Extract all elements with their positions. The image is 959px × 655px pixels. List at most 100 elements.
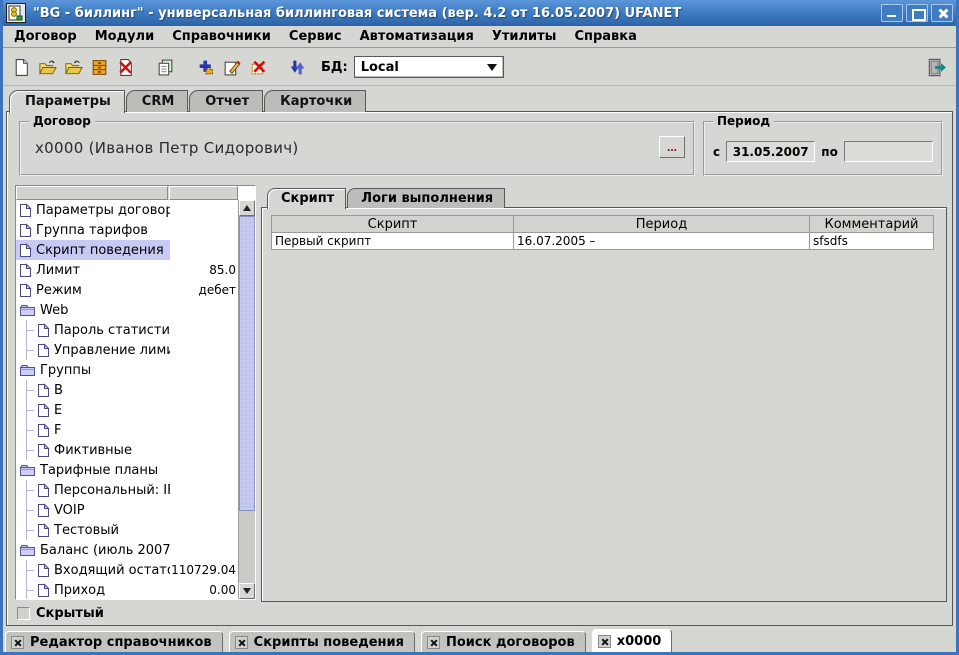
contract-value: x0000 (Иванов Петр Сидорович) — [35, 139, 299, 157]
tree-item[interactable]: Персональный: IF — [16, 480, 238, 500]
folder-icon — [19, 544, 36, 557]
period-groupbox: Период с 31.05.2007 по — [703, 121, 943, 176]
tab-карточки[interactable]: Карточки — [264, 90, 366, 112]
tab-отчет[interactable]: Отчет — [189, 90, 263, 112]
tree-item[interactable]: VOIP — [16, 500, 238, 520]
copy-document-icon[interactable] — [153, 55, 177, 79]
close-icon[interactable] — [598, 635, 611, 648]
menu-item-6[interactable]: Утилиты — [483, 27, 566, 46]
tree-item[interactable]: Фиктивные — [16, 440, 238, 460]
db-dropdown[interactable]: Local — [354, 56, 504, 78]
task-tab-поиск-договоров[interactable]: Поиск договоров — [421, 631, 586, 652]
tab-crm[interactable]: CRM — [126, 90, 189, 112]
menu-item-4[interactable]: Сервис — [280, 27, 351, 46]
tree-header-name — [16, 186, 168, 200]
close-button[interactable] — [931, 4, 953, 22]
folder-icon — [19, 364, 36, 377]
minimize-button[interactable] — [881, 4, 903, 22]
task-tab-x0000[interactable]: x0000 — [592, 629, 673, 652]
tree-item[interactable]: E — [16, 400, 238, 420]
close-icon[interactable] — [11, 636, 24, 649]
menu-item-3[interactable]: Справочники — [163, 27, 280, 46]
table-row[interactable]: Первый скрипт16.07.2005 –sfsdfs — [272, 233, 934, 250]
scrollbar-thumb[interactable] — [239, 216, 255, 511]
tree-item-label: Фиктивные — [54, 443, 132, 458]
table-cell: Первый скрипт — [272, 233, 514, 250]
document-icon — [37, 423, 50, 438]
close-icon[interactable] — [427, 636, 440, 649]
delete-item-icon[interactable] — [245, 55, 269, 79]
scroll-up-icon[interactable] — [239, 200, 255, 216]
tree-connector-icon — [20, 500, 34, 520]
chevron-down-icon — [487, 64, 497, 71]
delete-document-icon[interactable] — [113, 55, 137, 79]
contract-browse-button[interactable]: ... — [659, 136, 685, 158]
column-header: Период — [514, 216, 810, 233]
tree-item[interactable]: Тестовый — [16, 520, 238, 540]
tree-item-label: B — [54, 383, 63, 398]
window-title: "BG - биллинг" - универсальная биллингов… — [33, 6, 681, 21]
tree-connector-icon — [20, 320, 34, 340]
menu-item-1[interactable]: Договор — [5, 27, 86, 46]
period-to-field[interactable] — [844, 141, 933, 162]
tree-item[interactable]: Баланс (июль 2007) — [16, 540, 238, 560]
document-icon — [19, 263, 32, 278]
document-icon — [37, 563, 50, 578]
tree-item[interactable]: B — [16, 380, 238, 400]
tree-header-value — [169, 186, 238, 200]
exit-icon[interactable] — [924, 54, 950, 80]
script-tab-bar: СкриптЛоги выполнения — [267, 186, 506, 208]
tree-item[interactable]: F — [16, 420, 238, 440]
add-item-icon[interactable] — [193, 55, 217, 79]
open-contract-alt-icon[interactable] — [61, 55, 85, 79]
hidden-checkbox[interactable] — [17, 607, 30, 620]
tree-item[interactable]: Параметры договор: — [16, 200, 238, 220]
tab-скрипт[interactable]: Скрипт — [267, 188, 346, 209]
menu-item-7[interactable]: Справка — [565, 27, 645, 46]
title-bar: "BG - биллинг" - универсальная биллингов… — [0, 0, 959, 26]
period-from-label: с — [713, 145, 720, 159]
tree-item-label: Входящий остато — [54, 563, 170, 578]
period-from-field[interactable]: 31.05.2007 — [726, 141, 815, 162]
task-tab-скрипты-поведения[interactable]: Скрипты поведения — [229, 631, 415, 652]
open-contract-icon[interactable] — [35, 55, 59, 79]
refresh-icon[interactable] — [285, 55, 309, 79]
archive-icon[interactable] — [87, 55, 111, 79]
column-header: Скрипт — [272, 216, 514, 233]
tree-item[interactable]: Группа тарифов — [16, 220, 238, 240]
document-icon — [37, 323, 50, 338]
document-icon — [37, 343, 50, 358]
maximize-button[interactable] — [906, 4, 928, 22]
tree-item-value: 110729.04 — [170, 563, 238, 577]
menu-item-5[interactable]: Автоматизация — [351, 27, 483, 46]
tree-item[interactable]: Web — [16, 300, 238, 320]
tree-item[interactable]: Входящий остато110729.04 — [16, 560, 238, 580]
tree-item[interactable]: Пароль статистик — [16, 320, 238, 340]
tree-item[interactable]: Группы — [16, 360, 238, 380]
app-logo-icon — [6, 3, 26, 23]
tree-item[interactable]: Тарифные планы — [16, 460, 238, 480]
tree-column-headers — [16, 186, 238, 200]
toolbar: БД: Local — [3, 49, 956, 86]
close-icon[interactable] — [235, 636, 248, 649]
tree-scrollbar[interactable] — [238, 200, 255, 599]
scroll-down-icon[interactable] — [239, 583, 255, 599]
tab-параметры[interactable]: Параметры — [9, 90, 125, 113]
tree-connector-icon — [20, 480, 34, 500]
tree-item[interactable]: Управление лими — [16, 340, 238, 360]
task-tab-редактор-справочников[interactable]: Редактор справочников — [5, 631, 223, 652]
tree-item[interactable]: Режимдебет — [16, 280, 238, 300]
tree-item[interactable]: Лимит85.0 — [16, 260, 238, 280]
tab-логи-выполнения[interactable]: Логи выполнения — [347, 188, 505, 208]
contract-groupbox: Договор x0000 (Иванов Петр Сидорович) ..… — [19, 121, 695, 176]
tree-item-label: Группы — [40, 363, 91, 378]
new-document-icon[interactable] — [9, 55, 33, 79]
tree-item[interactable]: Приход0.00 — [16, 580, 238, 599]
document-icon — [37, 483, 50, 498]
edit-item-icon[interactable] — [219, 55, 243, 79]
tree-item[interactable]: Скрипт поведения — [16, 240, 238, 260]
tree-connector-icon — [20, 560, 34, 580]
document-icon — [37, 383, 50, 398]
menu-item-2[interactable]: Модули — [86, 27, 163, 46]
tree-body: Параметры договор:Группа тарифовСкрипт п… — [16, 200, 238, 599]
